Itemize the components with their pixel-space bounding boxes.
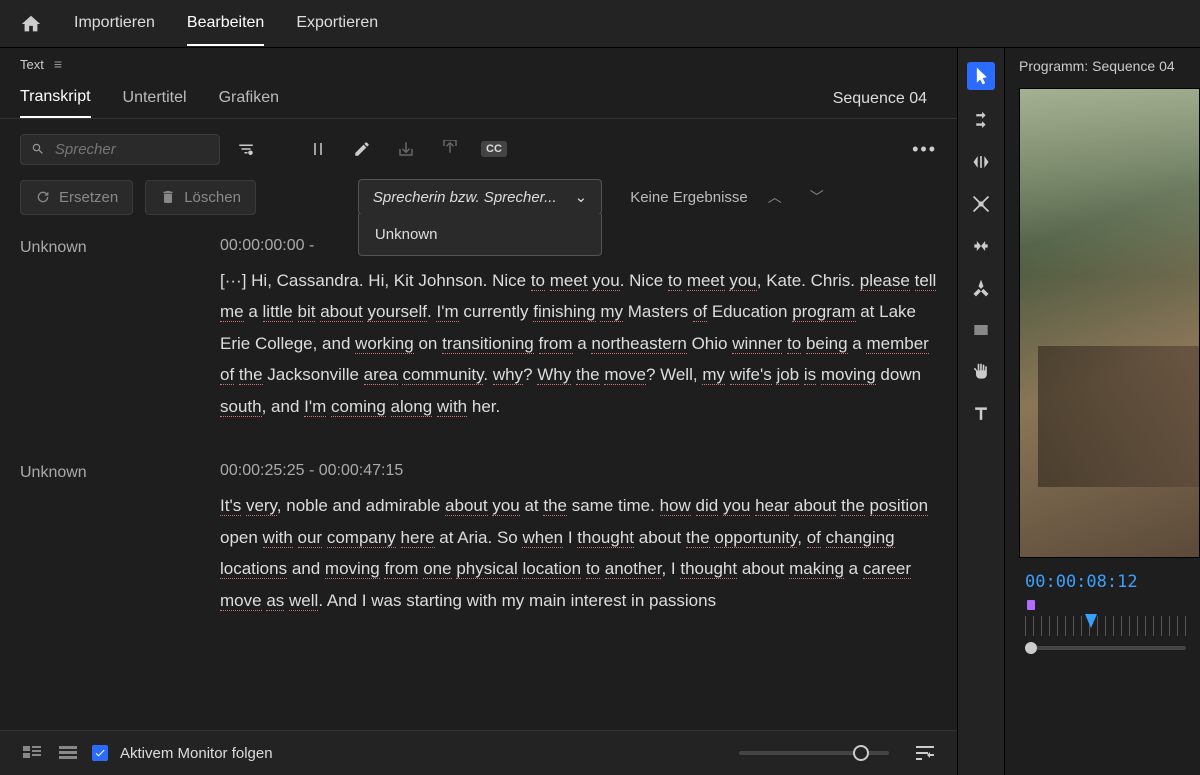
transcript-segment[interactable]: Unknown 00:00:00:00 - [···] Hi, Cassandr…	[20, 237, 937, 422]
refresh-icon	[35, 189, 51, 205]
program-title: Programm: Sequence 04	[1005, 48, 1200, 84]
filter-icon[interactable]	[228, 131, 264, 167]
playhead-icon[interactable]	[1085, 614, 1097, 628]
search-input[interactable]	[20, 134, 220, 165]
split-icon[interactable]	[300, 131, 336, 167]
tab-import[interactable]: Importieren	[74, 2, 155, 46]
dropdown-item-unknown[interactable]: Unknown	[359, 214, 601, 255]
follow-monitor-label: Aktivem Monitor folgen	[120, 745, 273, 762]
hand-tool-icon[interactable]	[969, 360, 993, 384]
chevron-down-icon: ⌄	[575, 188, 588, 206]
speaker-label: Unknown	[20, 237, 200, 422]
speaker-label: Unknown	[20, 462, 200, 616]
search-field[interactable]	[55, 141, 209, 158]
next-result-icon[interactable]: ﹀	[802, 187, 832, 207]
more-icon[interactable]: •••	[912, 139, 937, 160]
razor-tool-icon[interactable]	[969, 192, 993, 216]
marker-icon[interactable]	[1027, 600, 1035, 610]
search-icon	[31, 141, 45, 157]
panel-menu-icon[interactable]: ≡	[54, 56, 62, 72]
prev-result-icon[interactable]: ︿	[760, 187, 790, 207]
timecode: 00:00:25:25 - 00:00:47:15	[220, 462, 937, 480]
subtab-subtitles[interactable]: Untertitel	[123, 81, 187, 117]
replace-button[interactable]: Ersetzen	[20, 180, 133, 215]
tool-rail	[957, 48, 1005, 775]
track-select-forward-icon[interactable]	[969, 108, 993, 132]
program-panel: Programm: Sequence 04 00:00:08:12	[1005, 48, 1200, 775]
home-icon[interactable]	[20, 13, 42, 35]
time-ruler[interactable]	[1025, 616, 1186, 636]
rectangle-tool-icon[interactable]	[969, 318, 993, 342]
cc-icon[interactable]: CC	[476, 131, 512, 167]
subtab-transcript[interactable]: Transkript	[20, 80, 91, 118]
panel-title: Text	[20, 57, 44, 72]
save-out-icon[interactable]	[432, 131, 468, 167]
delete-button[interactable]: Löschen	[145, 180, 256, 215]
settings-sliders-icon[interactable]	[913, 741, 937, 765]
tab-edit[interactable]: Bearbeiten	[187, 2, 264, 46]
scrub-bar[interactable]	[1025, 646, 1186, 650]
slider-thumb[interactable]	[853, 745, 869, 761]
scrub-thumb[interactable]	[1025, 642, 1037, 654]
program-timecode[interactable]: 00:00:08:12	[1005, 558, 1200, 600]
speaker-dropdown[interactable]: Sprecherin bzw. Sprecher... ⌄ Unknown	[358, 179, 602, 215]
speaker-dropdown-menu: Unknown	[358, 214, 602, 256]
follow-monitor-checkbox[interactable]	[92, 745, 108, 761]
pen-tool-icon[interactable]	[969, 276, 993, 300]
trash-icon	[160, 189, 176, 205]
transcript-segment[interactable]: Unknown 00:00:25:25 - 00:00:47:15 It's v…	[20, 462, 937, 616]
transcript-text[interactable]: It's very, noble and admirable about you…	[220, 490, 937, 616]
topbar: Importieren Bearbeiten Exportieren	[0, 0, 1200, 48]
type-tool-icon[interactable]	[969, 402, 993, 426]
save-in-icon[interactable]	[388, 131, 424, 167]
transcript-list: Unknown 00:00:00:00 - [···] Hi, Cassandr…	[0, 227, 957, 730]
tab-export[interactable]: Exportieren	[296, 2, 378, 46]
subtab-graphics[interactable]: Grafiken	[219, 81, 279, 117]
slip-tool-icon[interactable]	[969, 234, 993, 258]
view-mode-2-icon[interactable]	[56, 741, 80, 765]
zoom-slider[interactable]	[739, 751, 889, 755]
check-icon	[94, 747, 106, 759]
ripple-edit-icon[interactable]	[969, 150, 993, 174]
results-text: Keine Ergebnisse	[630, 189, 748, 206]
selection-tool-icon[interactable]	[967, 62, 995, 90]
pencil-icon[interactable]	[344, 131, 380, 167]
text-panel: Text ≡ Transkript Untertitel Grafiken Se…	[0, 48, 957, 775]
view-mode-1-icon[interactable]	[20, 741, 44, 765]
sequence-name: Sequence 04	[833, 90, 937, 108]
program-monitor[interactable]	[1019, 88, 1200, 558]
transcript-text[interactable]: [···] Hi, Cassandra. Hi, Kit Johnson. Ni…	[220, 265, 937, 422]
